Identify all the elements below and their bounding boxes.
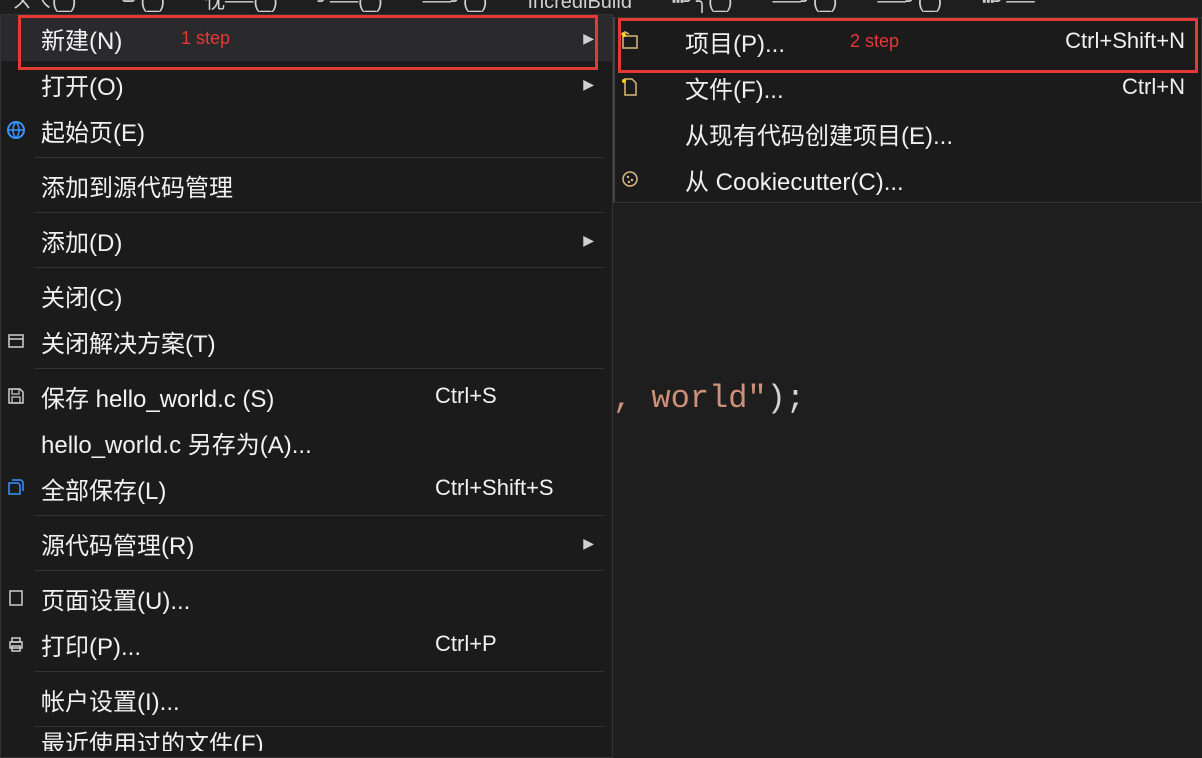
menu-label: 保存 hello_world.c (S) [41,379,274,414]
menu-item-close[interactable]: 关闭(C) [1,272,612,318]
menu-label: 文件(F)... [685,70,784,105]
menu-label: 页面设置(U)... [41,581,190,616]
menu-item-print[interactable]: 打印(P)... Ctrl+P [1,621,612,667]
menubar-item[interactable]: ──╯(_) [773,0,838,14]
menubar-item[interactable]: 忱──(_) [205,0,278,14]
menu-label: 添加(D) [41,223,122,258]
step-annotation-1: 1 step [181,28,230,49]
menubar-item[interactable]: IncrediBuild [527,0,632,14]
chevron-right-icon: ▶ [583,535,594,552]
chevron-right-icon: ▶ [583,30,594,47]
code-punct: ); [767,380,805,417]
menu-label: 起始页(E) [41,113,145,148]
menu-item-add-to-scc[interactable]: 添加到源代码管理 [1,162,612,208]
menu-label: 添加到源代码管理 [41,168,233,203]
close-solution-icon [4,329,28,353]
menu-separator [35,267,604,268]
menu-item-close-solution[interactable]: 关闭解决方案(T) [1,318,612,364]
menu-label: 关闭解决方案(T) [41,324,216,359]
save-icon [4,384,28,408]
menu-label: 打印(P)... [41,627,141,662]
save-all-icon [4,476,28,500]
menu-label: 帐户设置(I)... [41,682,180,717]
chevron-right-icon: ▶ [583,232,594,249]
menu-label: 关闭(C) [41,278,122,313]
menu-item-add[interactable]: 添加(D) ▶ [1,217,612,263]
menu-item-new[interactable]: 新建(N) 1 step ▶ [1,15,612,61]
menu-separator [35,157,604,158]
menubar-item[interactable]: ┅╯╮(_) [672,0,733,14]
menu-item-save[interactable]: 保存 hello_world.c (S) Ctrl+S [1,373,612,419]
menu-shortcut: Ctrl+Shift+S [435,475,554,501]
menu-item-start-page[interactable]: 起始页(E) [1,107,612,153]
new-project-icon [618,29,642,53]
menu-label: 源代码管理(R) [41,526,194,561]
menu-item-recent-files[interactable]: 最近使用过的文件(F) [1,731,612,751]
new-submenu: 项目(P)... 2 step Ctrl+Shift+N 文件(F)... Ct… [613,17,1202,203]
menu-item-save-as[interactable]: hello_world.c 另存为(A)... [1,419,612,465]
menu-label: 最近使用过的文件(F) [41,731,264,751]
menu-item-open[interactable]: 打开(O) ▶ [1,61,612,107]
menu-label: 打开(O) [41,67,124,102]
menu-label: 全部保存(L) [41,471,166,506]
menubar-item[interactable]: ㄨㄟ(_) [12,0,76,14]
menubar-item[interactable]: ╰╯(_) [116,0,165,14]
menu-separator [35,671,604,672]
code-string: , world" [613,380,767,417]
menu-item-save-all[interactable]: 全部保存(L) Ctrl+Shift+S [1,465,612,511]
start-page-icon [4,118,28,142]
page-setup-icon [4,586,28,610]
menu-shortcut: Ctrl+P [435,631,497,657]
menu-label: 从 Cookiecutter(C)... [685,162,904,197]
submenu-item-project[interactable]: 项目(P)... 2 step Ctrl+Shift+N [615,18,1201,64]
menu-shortcut: Ctrl+Shift+N [1065,28,1185,54]
menu-label: hello_world.c 另存为(A)... [41,425,312,460]
submenu-item-cookiecutter[interactable]: 从 Cookiecutter(C)... [615,156,1201,202]
menu-shortcut: Ctrl+S [435,383,497,409]
menu-item-account-settings[interactable]: 帐户设置(I)... [1,676,612,722]
menu-label: 从现有代码创建项目(E)... [685,116,953,151]
menu-separator [35,515,604,516]
menu-shortcut: Ctrl+N [1122,74,1185,100]
menu-label: 项目(P)... [685,24,785,59]
submenu-item-from-existing[interactable]: 从现有代码创建项目(E)... [615,110,1201,156]
menubar-item[interactable]: ──╯(_) [877,0,942,14]
menu-item-page-setup[interactable]: 页面设置(U)... [1,575,612,621]
menu-separator [35,726,604,727]
new-file-icon [618,75,642,99]
menu-label: 新建(N) [41,21,122,56]
file-menu: 新建(N) 1 step ▶ 打开(O) ▶ 起始页(E) 添加到源代码管理 添… [0,14,613,758]
menubar-item[interactable]: ┅╯── [982,0,1034,14]
menu-item-source-control[interactable]: 源代码管理(R) ▶ [1,520,612,566]
cookiecutter-icon [618,167,642,191]
menu-separator [35,212,604,213]
chevron-right-icon: ▶ [583,76,594,93]
menu-separator [35,368,604,369]
menubar-item[interactable]: ──╯(_) [423,0,488,14]
submenu-item-file[interactable]: 文件(F)... Ctrl+N [615,64,1201,110]
step-annotation-2: 2 step [850,31,899,52]
menu-separator [35,570,604,571]
menubar: ㄨㄟ(_) ╰╯(_) 忱──(_) ╯──(_) ──╯(_) Incredi… [0,0,1202,14]
print-icon [4,632,28,656]
menubar-item[interactable]: ╯──(_) [318,0,383,14]
